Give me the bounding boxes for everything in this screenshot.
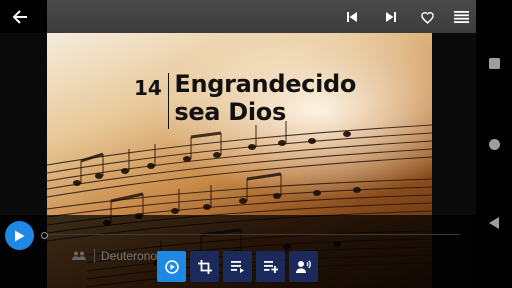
playlist-button[interactable] bbox=[223, 251, 252, 282]
menu-lines-icon bbox=[453, 11, 469, 23]
menu-button[interactable] bbox=[449, 5, 473, 29]
system-back-button[interactable] bbox=[484, 213, 504, 233]
progress-knob[interactable] bbox=[41, 232, 48, 239]
recent-apps-square-icon bbox=[488, 57, 500, 69]
heart-outline-icon bbox=[420, 11, 434, 24]
previous-song-button[interactable] bbox=[340, 5, 364, 29]
playlist-add-icon bbox=[263, 260, 278, 273]
favorite-button[interactable] bbox=[415, 5, 439, 29]
song-viewer: 14 Engrandecido sea Dios Deuterono bbox=[0, 0, 476, 288]
home-button[interactable] bbox=[484, 134, 504, 154]
back-button[interactable] bbox=[8, 5, 32, 29]
skip-previous-icon bbox=[347, 12, 357, 22]
song-title-line-1: Engrandecido bbox=[174, 70, 357, 98]
play-audio-button[interactable] bbox=[5, 221, 34, 250]
skip-next-icon bbox=[386, 12, 396, 22]
crop-icon bbox=[197, 259, 212, 274]
crop-button[interactable] bbox=[190, 251, 219, 282]
recent-apps-button[interactable] bbox=[484, 53, 504, 73]
playlist-icon bbox=[230, 260, 244, 273]
people-icon bbox=[72, 251, 86, 260]
play-circle-icon bbox=[164, 259, 179, 274]
song-tools-toolbar bbox=[157, 251, 318, 282]
android-nav-bar bbox=[476, 0, 512, 288]
song-title-block: 14 Engrandecido sea Dios bbox=[134, 70, 356, 129]
title-divider bbox=[167, 73, 170, 129]
scripture-reference[interactable]: Deuterono bbox=[72, 248, 157, 264]
screen: 14 Engrandecido sea Dios Deuterono bbox=[0, 0, 512, 288]
scripture-text: Deuterono bbox=[101, 249, 158, 263]
song-title: Engrandecido sea Dios bbox=[174, 70, 356, 126]
home-circle-icon bbox=[488, 138, 500, 150]
scripture-separator bbox=[94, 249, 95, 263]
play-icon bbox=[15, 230, 25, 241]
next-song-button[interactable] bbox=[379, 5, 403, 29]
record-voice-icon bbox=[295, 260, 311, 273]
song-number: 14 bbox=[134, 76, 162, 100]
back-arrow-icon bbox=[12, 10, 27, 24]
add-to-playlist-button[interactable] bbox=[256, 251, 285, 282]
top-app-bar bbox=[0, 0, 476, 33]
play-mode-button[interactable] bbox=[157, 251, 186, 282]
progress-track[interactable] bbox=[47, 234, 460, 235]
voice-button[interactable] bbox=[289, 251, 318, 282]
song-title-line-2: sea Dios bbox=[174, 98, 286, 126]
back-triangle-icon bbox=[489, 217, 499, 229]
